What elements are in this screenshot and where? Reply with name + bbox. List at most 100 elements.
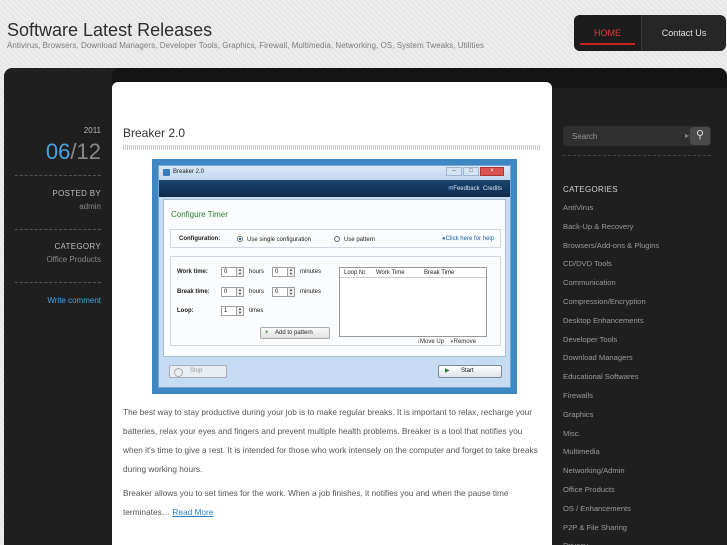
category-item[interactable]: Developer Tools: [563, 335, 713, 354]
spinner-icon: ▲ ▼: [236, 267, 244, 277]
post-author[interactable]: admin: [79, 202, 101, 211]
col-loop: Loop Nr.: [344, 270, 367, 276]
app-screenshot[interactable]: Breaker 2.0 – □ × Feedback Credits Confi…: [152, 159, 517, 394]
posted-by-label: POSTED BY: [52, 189, 101, 198]
category-item[interactable]: Desktop Enhancements: [563, 316, 713, 335]
post-category[interactable]: Office Products: [46, 255, 101, 264]
break-time-label: Break time:: [177, 289, 210, 295]
post-paragraph-1: The best way to stay productive during y…: [123, 407, 538, 474]
categories-list: AntiVirus Back-Up & Recovery Browsers/Add-…: [563, 203, 713, 545]
search-input[interactable]: Search: [572, 132, 597, 141]
feedback-link: Feedback: [448, 186, 479, 192]
category-item[interactable]: Misc.: [563, 429, 713, 448]
category-item[interactable]: Graphics: [563, 410, 713, 429]
col-break-time: Break Time: [424, 270, 455, 276]
category-item[interactable]: OS / Enhancements: [563, 504, 713, 523]
pattern-label: Use pattern: [344, 237, 376, 243]
meta-divider: [15, 229, 101, 230]
minimize-icon: –: [446, 167, 462, 176]
site-title[interactable]: Software Latest Releases: [7, 20, 212, 41]
window-body: Configure Timer Configuration: Use singl…: [163, 199, 506, 357]
sidebar-divider: [563, 155, 711, 156]
category-item[interactable]: Communication: [563, 278, 713, 297]
category-label: CATEGORY: [54, 242, 101, 251]
spinner-icon: ▲ ▼: [287, 287, 295, 297]
post-year: 2011: [83, 126, 101, 135]
window-footer: Stop Start: [163, 362, 506, 382]
read-more-link[interactable]: Read More: [172, 507, 213, 517]
break-minutes-field: 0: [272, 287, 288, 297]
post-content: Breaker 2.0 Breaker 2.0 – □ × Feedback C…: [112, 82, 552, 545]
start-button: Start: [438, 365, 502, 378]
pattern-grid: Loop Nr. Work Time Break Time: [339, 267, 487, 337]
category-item[interactable]: Download Managers: [563, 353, 713, 372]
app-window: Breaker 2.0 – □ × Feedback Credits Confi…: [158, 165, 511, 388]
meta-divider: [15, 282, 101, 283]
post-date: 06/12: [46, 139, 101, 165]
work-hours-field: 0: [221, 267, 237, 277]
search-icon[interactable]: ⚲: [690, 127, 710, 145]
search-box: Search ▸ ⚲: [563, 126, 711, 146]
minutes-unit: minutes: [300, 269, 322, 275]
category-item[interactable]: P2P & File Sharing: [563, 523, 713, 542]
radio-empty-icon: [334, 236, 340, 242]
post-month: 06: [45, 139, 71, 164]
arrow-icon: ▸: [685, 131, 690, 140]
hours-unit: hours: [249, 289, 265, 295]
categories-title: CATEGORIES: [563, 185, 618, 194]
window-controls: – □ ×: [446, 167, 504, 176]
category-item[interactable]: Firewalls: [563, 391, 713, 410]
grid-actions: Move Up Remove: [417, 339, 476, 345]
radio-selected-icon: [237, 236, 243, 242]
pattern-option: Use pattern: [334, 236, 375, 243]
move-up-button: Move Up: [417, 339, 444, 345]
configuration-label: Configuration:: [179, 236, 221, 242]
single-config-label: Use single configuration: [247, 237, 312, 243]
window-toolbar: Feedback Credits: [159, 180, 510, 197]
spinner-icon: ▲ ▼: [236, 306, 244, 316]
category-item[interactable]: CD/DVD Tools: [563, 259, 713, 278]
category-item[interactable]: Compression/Encryption: [563, 297, 713, 316]
stop-button: Stop: [169, 365, 227, 378]
top-navigation: HOME Contact Us: [574, 15, 726, 51]
category-item[interactable]: Browsers/Add-ons & Plugins: [563, 241, 713, 260]
category-item[interactable]: Office Products: [563, 485, 713, 504]
post-paragraph-2: Breaker allows you to set times for the …: [123, 484, 543, 522]
category-item[interactable]: Networking/Admin: [563, 466, 713, 485]
maximize-icon: □: [463, 167, 479, 176]
site-tagline: Antivirus, Browsers, Download Managers, …: [7, 41, 484, 50]
configure-timer-heading: Configure Timer: [171, 210, 228, 219]
category-item[interactable]: Multimedia: [563, 447, 713, 466]
configuration-row: Configuration: Use single configuration …: [170, 229, 501, 248]
work-minutes-field: 0: [272, 267, 288, 277]
work-time-label: Work time:: [177, 269, 208, 275]
single-config-option: Use single configuration: [237, 236, 311, 243]
credits-link: Credits: [482, 186, 502, 192]
meta-divider: [15, 175, 101, 176]
col-work-time: Work Time: [376, 270, 405, 276]
close-icon: ×: [480, 167, 504, 176]
write-comment-link[interactable]: Write comment: [47, 296, 101, 305]
post-day: 12: [76, 139, 101, 164]
nav-contact-link[interactable]: Contact Us: [641, 15, 726, 51]
loop-label: Loop:: [177, 308, 194, 314]
help-link: Click here for help: [442, 236, 494, 242]
category-item[interactable]: Privacy: [563, 541, 713, 545]
times-unit: times: [249, 308, 264, 314]
break-hours-field: 0: [221, 287, 237, 297]
category-item[interactable]: Educational Softwares: [563, 372, 713, 391]
nav-home-link[interactable]: HOME: [574, 15, 641, 51]
post-title[interactable]: Breaker 2.0: [123, 126, 185, 140]
category-item[interactable]: Back-Up & Recovery: [563, 222, 713, 241]
spinner-icon: ▲ ▼: [236, 287, 244, 297]
add-to-pattern-button: Add to pattern: [260, 327, 330, 339]
pattern-grid-header: Loop Nr. Work Time Break Time: [340, 268, 486, 278]
remove-button: Remove: [450, 339, 476, 345]
spinner-icon: ▲ ▼: [287, 267, 295, 277]
hours-unit: hours: [249, 269, 265, 275]
title-rule: [123, 145, 541, 150]
loop-field: 1: [221, 306, 237, 316]
timer-settings-box: Work time: 0 ▲ ▼ hours 0 ▲ ▼ minutes Break…: [170, 256, 501, 346]
category-item[interactable]: AntiVirus: [563, 203, 713, 222]
minutes-unit: minutes: [300, 289, 322, 295]
